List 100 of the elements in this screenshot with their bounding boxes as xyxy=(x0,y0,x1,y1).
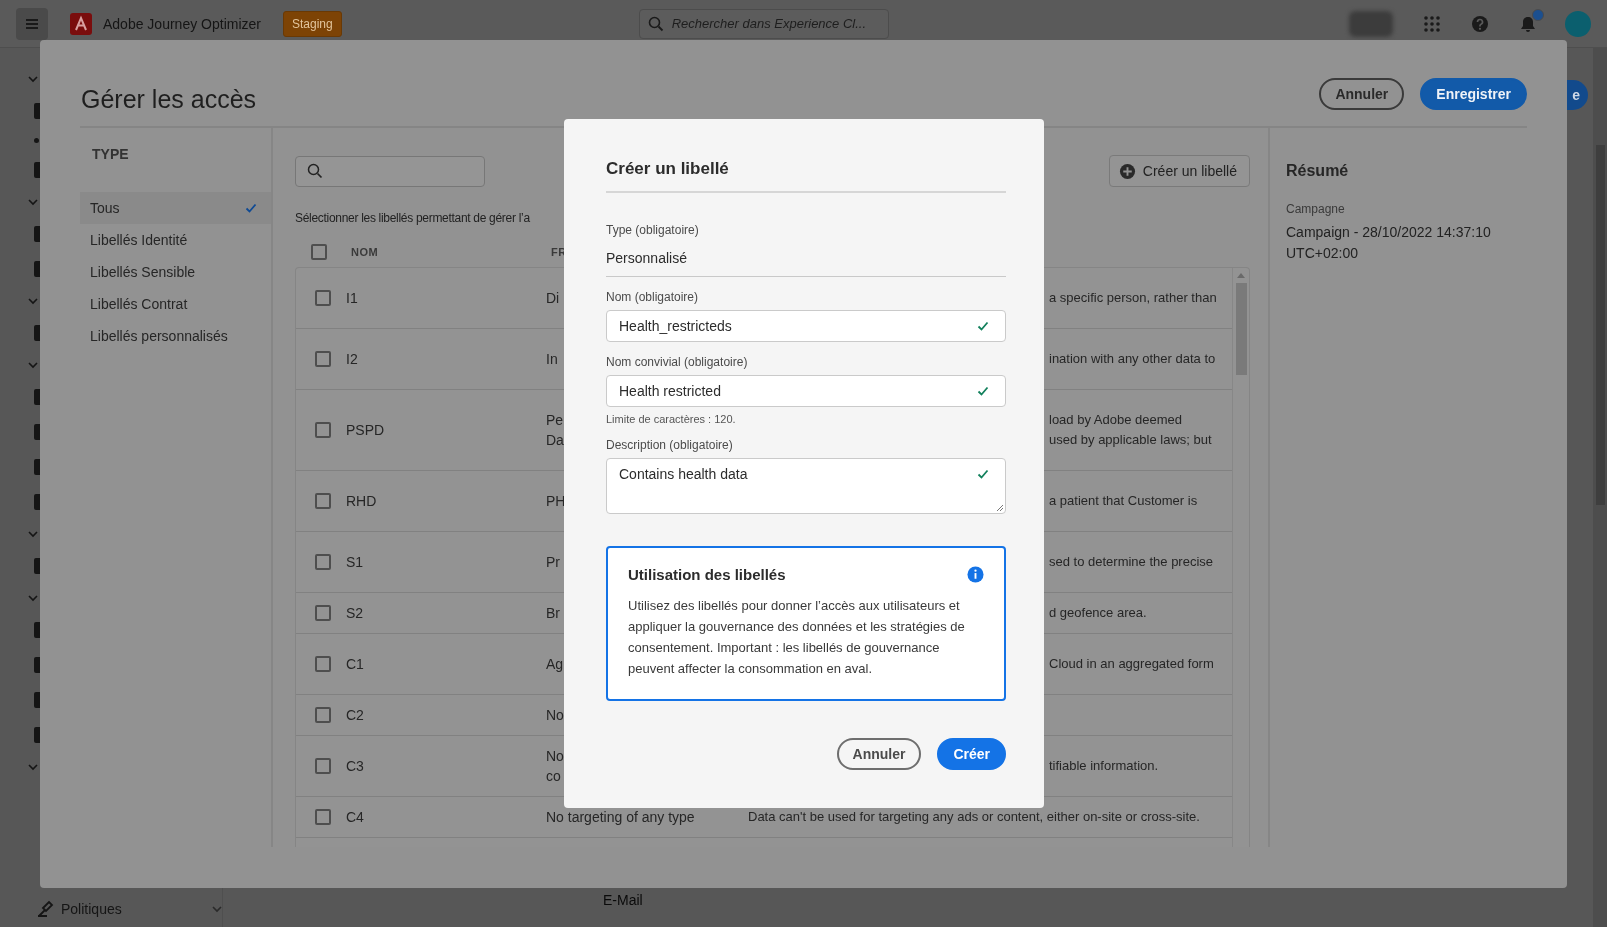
column-header[interactable]: NOM xyxy=(351,246,551,258)
table-cell: S1 xyxy=(346,554,364,570)
cancel-button[interactable]: Annuler xyxy=(1319,78,1405,110)
table-cell-text: a patient that Customer is xyxy=(1049,492,1198,510)
filter-item[interactable]: Libellés personnalisés xyxy=(80,320,271,352)
search-icon xyxy=(647,15,664,32)
checkbox[interactable] xyxy=(314,809,331,825)
chevron-icon[interactable] xyxy=(28,296,38,306)
table-cell: C3 xyxy=(346,758,364,774)
table-cell: RHD xyxy=(346,493,377,509)
filter-item[interactable]: Libellés Identité xyxy=(80,224,271,256)
table-cell: I2 xyxy=(346,351,358,367)
table-cell-text: ination with any other data to xyxy=(1049,350,1216,368)
logo-icon xyxy=(70,12,92,35)
field-value: Personnalisé xyxy=(606,243,1006,277)
table-cell-text: No co xyxy=(546,747,564,786)
checkbox[interactable] xyxy=(314,758,331,774)
filter-item[interactable]: Libellés Sensible xyxy=(80,256,271,288)
info-text: Utilisez des libellés pour donner l’accès aux utilisateurs et appliquer la gouvernance des données et les stratégies de consentement. Important : les libellés de gouvernance peuvent affecter la consommation en aval. xyxy=(628,597,966,678)
checkbox[interactable] xyxy=(311,244,327,260)
list-item[interactable]: E-Mail xyxy=(603,892,643,908)
menu-icon[interactable] xyxy=(16,7,48,40)
field-label: Nom convivial (obligatoire) xyxy=(606,355,749,371)
resize-handle-icon[interactable] xyxy=(996,504,1004,512)
summary-value: Campaign - 28/10/2022 14:37:10 UTC+02:00 xyxy=(1286,223,1492,263)
chevron-icon[interactable] xyxy=(28,360,38,370)
summary-label: Campagne xyxy=(1286,202,1346,216)
filter-item[interactable]: Libellés Contrat xyxy=(80,288,271,320)
checkbox[interactable] xyxy=(314,707,331,723)
table-cell-text: Cloud in an aggregated form xyxy=(1049,655,1214,673)
info-icon xyxy=(967,566,984,583)
checkbox[interactable] xyxy=(314,290,331,306)
table-cell-text: d geofence area. xyxy=(1049,604,1147,622)
plus-circle-icon xyxy=(1118,162,1136,180)
caret-icon[interactable] xyxy=(212,904,222,914)
dialog-title: Gérer les accès xyxy=(81,85,257,114)
table-cell: C4 xyxy=(346,809,364,825)
checkbox[interactable] xyxy=(314,493,331,509)
chevron-icon[interactable] xyxy=(28,593,38,603)
table-cell: C1 xyxy=(346,656,364,672)
search-icon xyxy=(307,163,323,179)
table-cell-text: Pe Da xyxy=(546,411,564,450)
checkbox[interactable] xyxy=(314,554,331,570)
dot-icon[interactable] xyxy=(34,138,39,143)
nav-item[interactable]: Politiques xyxy=(61,901,122,917)
table-cell-text: Pr xyxy=(546,553,560,572)
help-icon[interactable] xyxy=(1471,14,1489,33)
primary-button[interactable]: Enregistrer xyxy=(1420,78,1527,110)
table-cell-text: a specific person, rather than xyxy=(1049,289,1217,307)
table-cell-text: PH xyxy=(546,492,566,511)
table-cell-text: tifiable information. xyxy=(1049,757,1159,775)
blurred-block xyxy=(1349,10,1393,37)
input-field[interactable]: Health restricted xyxy=(606,375,1006,407)
product-name: Adobe Journey Optimizer xyxy=(103,15,261,32)
modal-title: Créer un libellé xyxy=(606,158,730,180)
table-cell-text: load by Adobe deemed used by applicable laws; but xyxy=(1049,411,1212,449)
scrollbar[interactable] xyxy=(1232,268,1249,847)
create-label-button[interactable]: Créer un libellé xyxy=(1108,155,1250,187)
checkbox[interactable] xyxy=(314,656,331,672)
apps-grid-icon[interactable] xyxy=(1423,14,1441,33)
cancel-button[interactable]: Annuler xyxy=(836,738,922,770)
table-cell: I1 xyxy=(346,290,358,306)
table-cell-text: sed to determine the precise xyxy=(1049,553,1214,571)
field-label: Nom (obligatoire) xyxy=(606,290,700,306)
checkbox[interactable] xyxy=(314,605,331,621)
table-cell: C2 xyxy=(346,707,364,723)
table-cell-text: Di xyxy=(546,289,560,308)
summary-title: Résumé xyxy=(1286,162,1350,180)
input-field[interactable]: Health_restricteds xyxy=(606,310,1006,342)
scrollbar[interactable] xyxy=(1593,48,1607,927)
bell-icon[interactable] xyxy=(1519,14,1537,33)
filter-item[interactable]: Tous xyxy=(80,192,271,224)
chevron-icon[interactable] xyxy=(28,762,38,772)
table-cell-text: Br xyxy=(546,604,560,623)
filter-heading: TYPE xyxy=(91,146,130,164)
scroll-up-icon[interactable] xyxy=(1237,273,1245,278)
info-title: Utilisation des libellés xyxy=(628,566,786,583)
checkbox[interactable] xyxy=(314,422,331,438)
textarea-field[interactable]: Contains health data xyxy=(606,458,1006,514)
primary-button[interactable]: Créer xyxy=(937,738,1006,770)
chevron-icon[interactable] xyxy=(28,74,38,84)
scrollbar-thumb[interactable] xyxy=(1235,283,1247,375)
table-cell-text: Data can't be used for targeting any ads or content, either on-site or cross-site. xyxy=(748,808,1200,826)
table-cell-text: No xyxy=(546,706,564,725)
table-cell: PSPD xyxy=(346,422,385,438)
table-cell: S2 xyxy=(346,605,364,621)
instruction-text: Sélectionner les libellés permettant de gérer l’a xyxy=(295,211,530,227)
checkmark-icon xyxy=(245,202,257,214)
help-text: Limite de caractères : 120. xyxy=(606,413,737,425)
environment-badge: Staging xyxy=(282,10,342,37)
chevron-icon[interactable] xyxy=(28,197,38,207)
table-cell-text: No targeting of any type xyxy=(546,808,695,827)
search-field[interactable] xyxy=(295,155,485,187)
field-label: Description (obligatoire) xyxy=(606,438,734,454)
table-cell-text: In xyxy=(546,350,558,369)
checkbox[interactable] xyxy=(314,351,331,367)
chevron-icon[interactable] xyxy=(28,529,38,539)
table-cell-text: Ag xyxy=(546,655,564,674)
search-field[interactable]: Rechercher dans Experience Cl... xyxy=(638,8,889,39)
field-label: Type (obligatoire) xyxy=(606,223,700,239)
